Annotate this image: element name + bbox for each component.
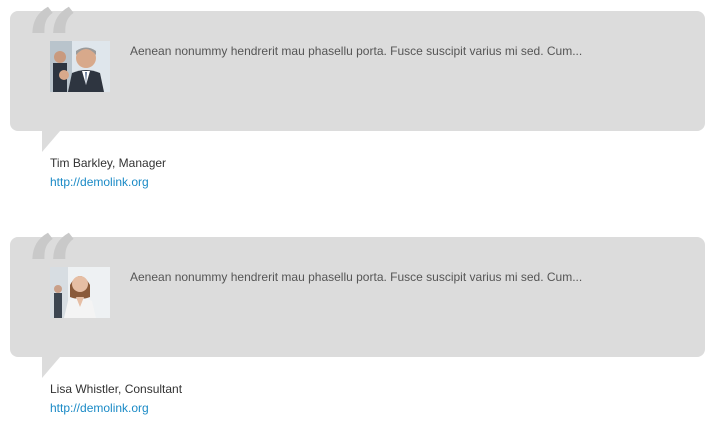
avatar [50, 267, 110, 318]
businesswoman-photo-icon [50, 267, 110, 318]
bubble-tail [42, 131, 60, 152]
bubble-tail [42, 357, 60, 378]
author-name: Lisa Whistler, Consultant [50, 382, 183, 396]
testimonial-quote: Aenean nonummy hendrerit mau phasellu po… [130, 270, 583, 284]
testimonial-quote: Aenean nonummy hendrerit mau phasellu po… [130, 44, 583, 58]
author-link[interactable]: http://demolink.org [50, 401, 149, 415]
author-link[interactable]: http://demolink.org [50, 175, 149, 189]
testimonial-bubble: “ Aenean nonummy hendrerit mau phasellu … [10, 0, 705, 131]
testimonial-bubble: “ Aenean nonummy hendrerit mau phasellu … [10, 223, 705, 357]
testimonial-card: “ Aenean nonummy hendrerit mau phasellu … [10, 223, 705, 415]
avatar [50, 41, 110, 92]
author-name: Tim Barkley, Manager [50, 156, 167, 170]
businessman-photo-icon [50, 41, 110, 92]
testimonial-card: “ Aenean nonummy hendrerit mau phasellu … [10, 0, 705, 189]
